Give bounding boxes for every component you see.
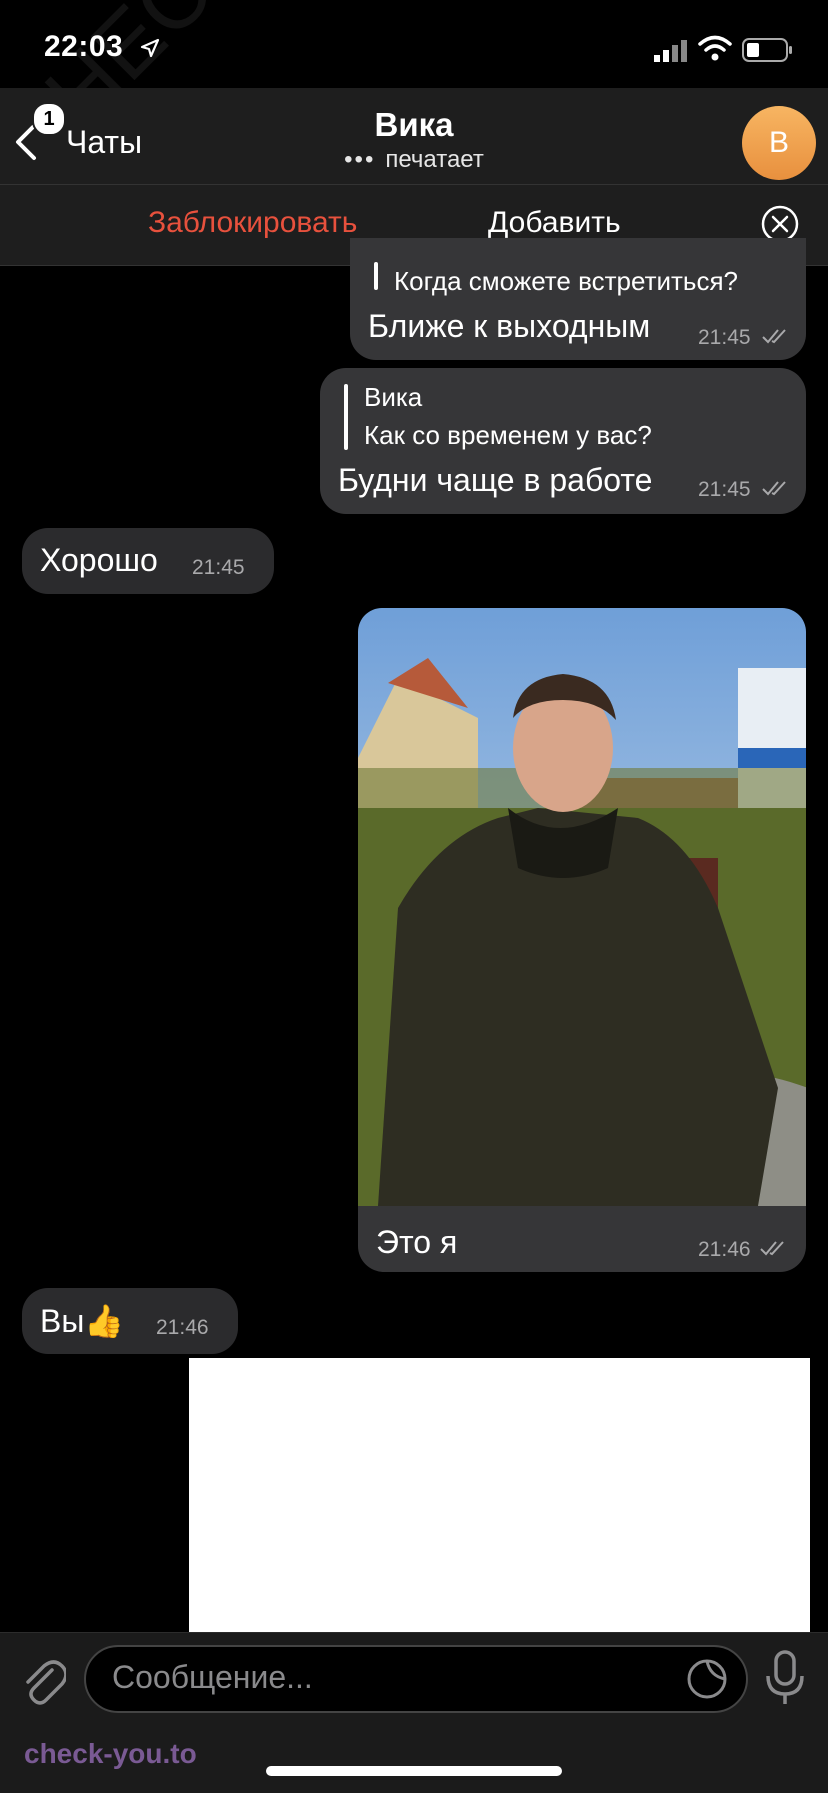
wifi-icon — [698, 35, 732, 61]
add-contact-button[interactable]: Добавить — [488, 206, 621, 240]
message-text: Хорошо — [40, 542, 158, 578]
sticker-icon[interactable] — [686, 1658, 728, 1700]
block-button[interactable]: Заблокировать — [148, 206, 357, 240]
message-text: Вы👍 — [40, 1303, 125, 1339]
reply-quote-text: Когда сможете встретиться? — [394, 266, 739, 296]
reply-quote-bar — [374, 262, 378, 290]
avatar[interactable]: В — [742, 106, 816, 180]
photo-caption: Это я — [376, 1224, 458, 1260]
message-text: Ближе к выходным — [368, 308, 651, 344]
double-check-icon — [762, 329, 786, 344]
message-text: Будни чаще в работе — [338, 462, 653, 498]
message-bubble-incoming[interactable]: Хорошо 21:45 — [22, 528, 274, 594]
typing-status: ••• печатает — [0, 146, 828, 174]
message-time: 21:45 — [698, 478, 751, 501]
message-time: 21:46 — [698, 1238, 751, 1261]
cellular-signal-icon — [654, 40, 687, 62]
microphone-icon[interactable] — [762, 1648, 808, 1708]
reply-quote-text: Как со временем у вас? — [364, 420, 652, 450]
message-bubble-outgoing[interactable]: Когда сможете встретиться? Ближе к выход… — [350, 238, 806, 360]
battery-icon — [742, 38, 792, 62]
message-time: 21:45 — [698, 326, 751, 349]
double-check-icon — [762, 481, 786, 496]
message-bubble-outgoing[interactable]: Вика Как со временем у вас? Будни чаще в… — [320, 368, 806, 514]
attach-icon[interactable] — [20, 1656, 66, 1706]
location-arrow-icon — [140, 38, 160, 58]
chat-title[interactable]: Вика — [0, 106, 828, 144]
redacted-area — [189, 1358, 810, 1640]
photo-image[interactable] — [358, 608, 806, 1206]
double-check-icon — [760, 1241, 784, 1256]
typing-dots: ••• — [344, 146, 376, 173]
reply-quote-author: Вика — [364, 382, 423, 412]
message-bubble-incoming[interactable]: Вы👍 21:46 — [22, 1288, 238, 1354]
message-time: 21:46 — [156, 1316, 209, 1339]
message-input-placeholder: Сообщение... — [112, 1659, 313, 1695]
status-time: 22:03 — [44, 30, 124, 63]
reply-quote-bar — [344, 384, 348, 450]
watermark-bottom: check-you.to — [24, 1738, 197, 1769]
typing-status-text: печатает — [385, 146, 484, 173]
home-indicator[interactable] — [266, 1766, 562, 1776]
message-time: 21:45 — [192, 556, 245, 579]
